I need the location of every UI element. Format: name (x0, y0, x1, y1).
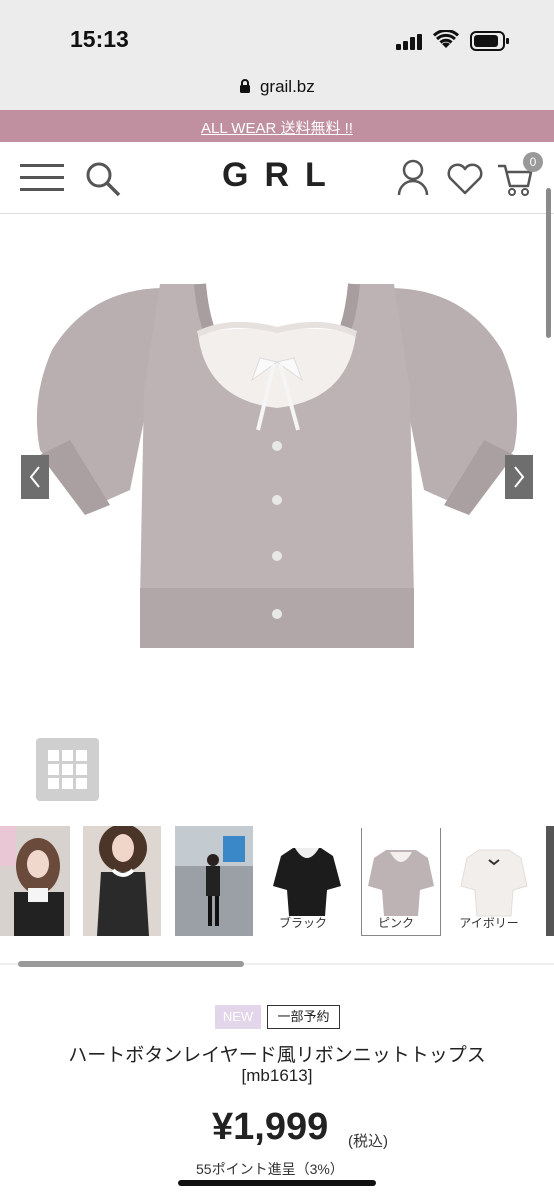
lock-icon (240, 79, 251, 93)
thumbnail-model-2[interactable] (83, 826, 161, 936)
grid-view-button[interactable] (36, 738, 99, 801)
product-code: [mb1613] (241, 1066, 313, 1085)
chevron-right-icon (514, 466, 525, 488)
grl-logo[interactable]: GRL (222, 156, 342, 195)
points-note: 55ポイント進呈（3%） (196, 1161, 344, 1177)
color-label-ivory[interactable]: アイボリー (444, 914, 534, 931)
address-bar[interactable]: grail.bz (0, 68, 554, 110)
thumbnail-model-1[interactable] (0, 826, 78, 936)
page-scrollbar[interactable] (546, 188, 551, 338)
chevron-left-icon (29, 466, 40, 488)
thumbnail-model-3[interactable] (175, 826, 253, 936)
grid-icon (48, 750, 87, 789)
product-title: ハートボタンレイヤード風リボンニットトップス (68, 1045, 486, 1066)
cart-count-badge: 0 (523, 152, 543, 172)
wifi-icon (433, 30, 459, 48)
color-label-pink[interactable]: ピンク (351, 914, 441, 931)
product-image[interactable] (30, 270, 524, 660)
tax-note: (税込) (348, 1133, 388, 1150)
thumbnail-strip[interactable] (0, 826, 554, 956)
status-bar: 15:13 (0, 0, 554, 68)
product-price: ¥1,999 (212, 1106, 329, 1148)
preorder-badge: 一部予約 (267, 1005, 340, 1029)
heart-icon[interactable] (446, 162, 484, 196)
new-badge: NEW (215, 1005, 261, 1029)
search-icon[interactable] (84, 160, 122, 198)
battery-icon (470, 31, 509, 51)
status-time: 15:13 (70, 26, 129, 52)
color-label-black[interactable]: ブラック (258, 914, 348, 931)
carousel-prev-button[interactable] (21, 455, 49, 499)
signal-icon (396, 34, 422, 50)
thumbnail-scrollbar[interactable] (18, 961, 244, 967)
url-text: grail.bz (259, 77, 315, 96)
account-icon[interactable] (396, 158, 430, 196)
home-indicator (178, 1180, 376, 1186)
thumbnail-next-partial[interactable] (546, 826, 554, 936)
carousel-next-button[interactable] (505, 455, 533, 499)
promo-banner[interactable]: ALL WEAR 送料無料 !! (0, 110, 554, 142)
menu-icon[interactable] (20, 160, 64, 196)
site-header: GRL (0, 142, 554, 214)
